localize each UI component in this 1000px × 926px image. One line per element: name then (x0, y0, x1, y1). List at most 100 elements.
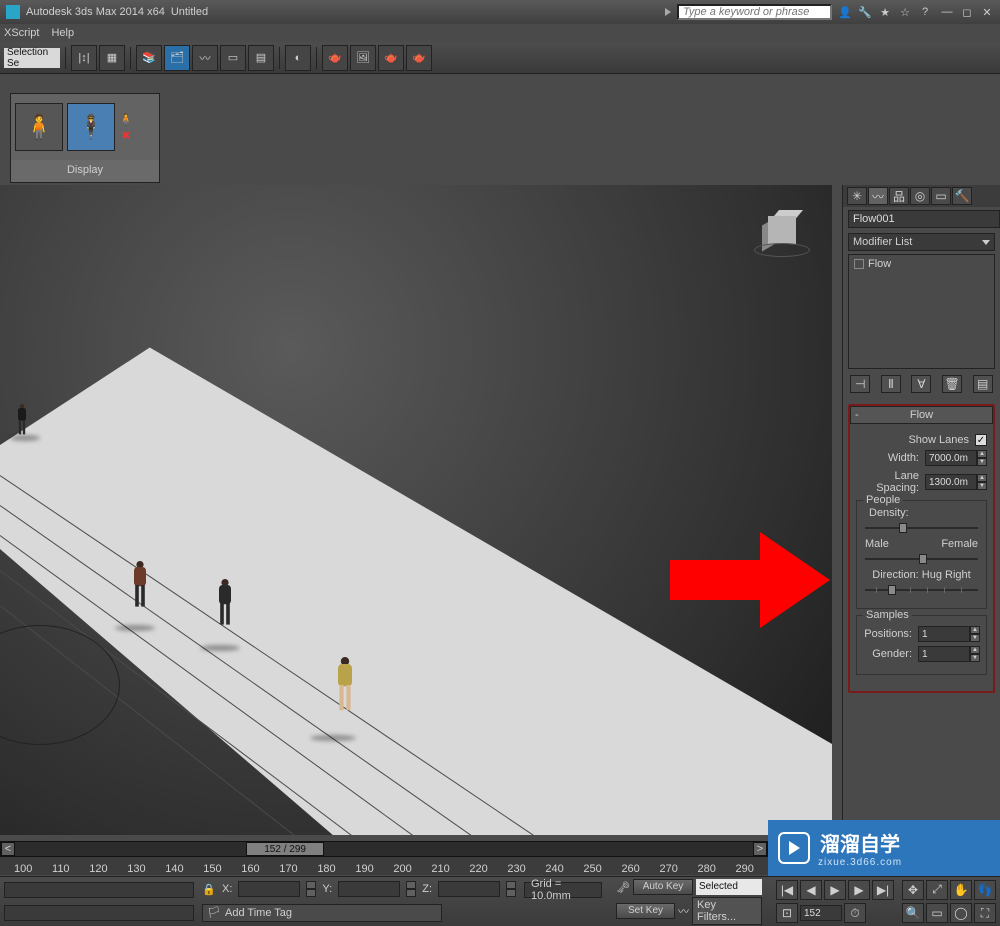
spin-down-icon[interactable]: ▼ (977, 458, 987, 466)
viewcube-ring[interactable] (754, 243, 810, 257)
spin-up-icon[interactable]: ▲ (970, 646, 980, 654)
lane-spacing-input[interactable] (925, 474, 977, 490)
gender-input[interactable] (918, 646, 970, 662)
character-type-a-icon[interactable]: 🧍 (15, 103, 63, 151)
menu-help[interactable]: Help (51, 27, 74, 39)
align-icon[interactable]: ▦ (99, 45, 125, 71)
orbit-icon[interactable]: ◯ (950, 903, 972, 923)
zoom-extents-icon[interactable]: ⤢ (926, 880, 948, 900)
material-editor-icon[interactable]: ◐ (285, 45, 311, 71)
modify-tab[interactable]: 〰 (868, 187, 888, 205)
layer-manager-icon[interactable]: 🗂 (164, 45, 190, 71)
flow-rollout-header[interactable]: - Flow (850, 406, 993, 424)
time-config-button[interactable]: ⏱ (844, 903, 866, 923)
lock-icon[interactable]: 🔒 (202, 882, 216, 896)
binoculars-icon[interactable]: 👤 (838, 5, 852, 19)
goto-end-button[interactable]: ▶| (872, 880, 894, 900)
modifier-stack[interactable]: Flow (848, 254, 995, 369)
stack-item[interactable]: Flow (854, 258, 989, 270)
schematic-icon[interactable]: ▭ (220, 45, 246, 71)
set-key-button[interactable]: Set Key (616, 903, 675, 919)
tools-icon[interactable]: 🔧 (858, 5, 872, 19)
key-filter-selected[interactable]: Selected (696, 879, 762, 895)
y-input[interactable] (338, 881, 400, 897)
time-ruler[interactable]: 1001101201301401501601701801902002102202… (0, 857, 768, 875)
create-tab[interactable]: ✳ (847, 187, 867, 205)
delete-icon[interactable]: ✖ (119, 128, 133, 142)
hierarchy-tab[interactable]: 品 (889, 187, 909, 205)
render-icon[interactable]: 🫖 (378, 45, 404, 71)
help-search-input[interactable] (677, 4, 832, 20)
perspective-viewport[interactable] (0, 185, 832, 835)
pan-view-icon[interactable]: ✥ (902, 880, 924, 900)
key-mode-toggle[interactable]: ⊡ (776, 903, 798, 923)
stack-toggle-icon[interactable] (854, 259, 864, 269)
character-type-b-icon[interactable]: 🕴 (67, 103, 115, 151)
selection-set-dropdown[interactable]: Selection Se (4, 48, 60, 68)
close-button[interactable]: ✕ (980, 5, 994, 19)
z-input[interactable] (438, 881, 500, 897)
display-tab[interactable]: ▭ (931, 187, 951, 205)
render-setup-icon[interactable]: 🫖 (322, 45, 348, 71)
spin-down-icon[interactable]: ▼ (977, 482, 987, 490)
current-frame-input[interactable] (800, 905, 842, 921)
spin-down-icon[interactable]: ▼ (970, 634, 980, 642)
pin-stack-icon[interactable]: ⊣ (850, 375, 870, 393)
width-input[interactable] (925, 450, 977, 466)
modifier-list-dropdown[interactable]: Modifier List (848, 233, 995, 251)
add-time-tag[interactable]: 🏳 Add Time Tag (202, 904, 442, 922)
spin-down-icon[interactable] (506, 889, 516, 897)
direction-slider[interactable] (865, 584, 978, 596)
spin-up-icon[interactable] (406, 881, 416, 889)
density-slider[interactable] (865, 522, 978, 534)
spin-up-icon[interactable]: ▲ (970, 626, 980, 634)
auto-key-button[interactable]: Auto Key (633, 879, 693, 895)
spin-down-icon[interactable] (306, 889, 316, 897)
show-lanes-checkbox[interactable]: ✓ (975, 434, 987, 446)
spin-up-icon[interactable]: ▲ (977, 450, 987, 458)
character-small-icon[interactable]: 🧍 (119, 112, 133, 126)
play-button[interactable]: ▶ (824, 880, 846, 900)
render-production-icon[interactable]: 🫖 (406, 45, 432, 71)
prev-frame-button[interactable]: ◀ (800, 880, 822, 900)
configure-sets-icon[interactable]: ▤ (973, 375, 993, 393)
mirror-icon[interactable]: |↕| (71, 45, 97, 71)
utilities-tab[interactable]: 🔨 (952, 187, 972, 205)
time-slider-track[interactable]: < 152 / 299 > (0, 841, 768, 857)
spin-up-icon[interactable] (306, 881, 316, 889)
hand-icon[interactable]: ✋ (950, 880, 972, 900)
key-filters-button[interactable]: Key Filters... (692, 897, 762, 925)
remove-modifier-icon[interactable]: 🗑 (942, 375, 962, 393)
goto-start-button[interactable]: |◀ (776, 880, 798, 900)
dope-sheet-icon[interactable]: ▤ (248, 45, 274, 71)
layers-icon[interactable]: 📚 (136, 45, 162, 71)
next-frame-button[interactable]: ▶ (848, 880, 870, 900)
zoom-icon[interactable]: 🔍 (902, 903, 924, 923)
curve-editor-icon[interactable]: 〰 (192, 45, 218, 71)
star-icon[interactable]: ★ (878, 5, 892, 19)
show-end-result-icon[interactable]: Ⅱ (881, 375, 901, 393)
menu-maxscript[interactable]: XScript (4, 27, 39, 39)
display-floater[interactable]: 🧍 🕴 🧍 ✖ Display (10, 93, 160, 183)
key-mode-icon[interactable]: 〰 (678, 903, 689, 919)
favorite-icon[interactable]: ☆ (898, 5, 912, 19)
spin-down-icon[interactable]: ▼ (970, 654, 980, 662)
gender-slider[interactable] (865, 553, 978, 565)
render-frame-icon[interactable]: 🖼 (350, 45, 376, 71)
spin-down-icon[interactable] (406, 889, 416, 897)
restore-button[interactable]: ◻ (960, 5, 974, 19)
minimize-button[interactable]: — (940, 5, 954, 19)
time-slider-knob[interactable]: 152 / 299 (246, 842, 324, 856)
make-unique-icon[interactable]: ∀ (911, 375, 931, 393)
spin-up-icon[interactable]: ▲ (977, 474, 987, 482)
next-frame-button[interactable]: > (753, 842, 767, 856)
prev-frame-button[interactable]: < (1, 842, 15, 856)
maximize-viewport-icon[interactable]: ⛶ (974, 903, 996, 923)
motion-tab[interactable]: ◎ (910, 187, 930, 205)
key-lock-icon[interactable]: 🗝 (616, 881, 630, 894)
help-icon[interactable]: ? (918, 5, 932, 19)
fov-icon[interactable]: ▭ (926, 903, 948, 923)
positions-input[interactable] (918, 626, 970, 642)
spin-up-icon[interactable] (506, 881, 516, 889)
x-input[interactable] (238, 881, 300, 897)
